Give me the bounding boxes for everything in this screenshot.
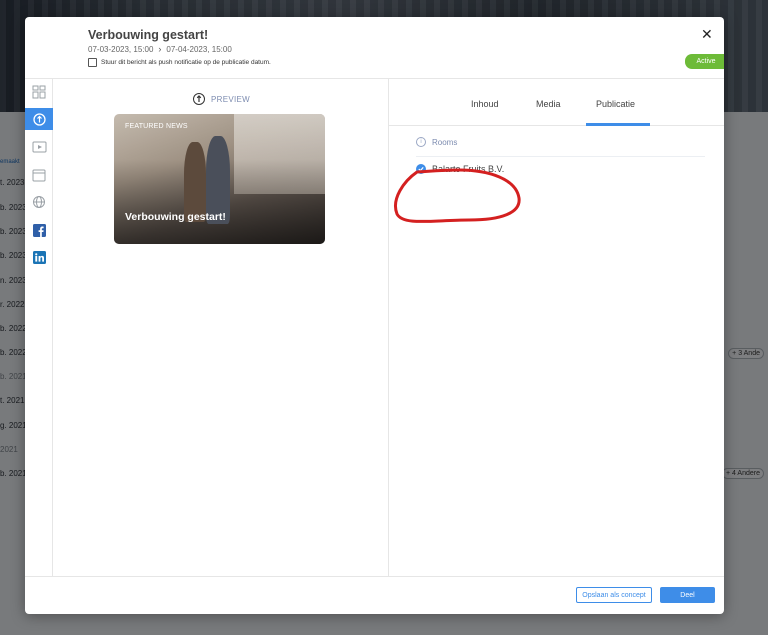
post-title: Verbouwing gestart! <box>88 28 209 42</box>
rooms-label: Rooms <box>432 137 458 147</box>
linkedin-icon[interactable] <box>25 246 53 268</box>
status-badge: Active <box>685 54 724 69</box>
post-modal: Verbouwing gestart! 07-03-2023, 15:00 › … <box>25 17 724 614</box>
card-photo <box>184 142 206 222</box>
preview-icon[interactable] <box>25 108 53 130</box>
calendar-icon[interactable] <box>25 164 53 186</box>
layout-icon[interactable] <box>25 81 53 103</box>
video-icon[interactable] <box>25 136 53 158</box>
rooms-section-header: i Rooms <box>416 137 457 147</box>
news-preview-card: FEATURED NEWS Verbouwing gestart! <box>114 114 325 244</box>
tab-media[interactable]: Media <box>536 99 561 109</box>
active-tab-indicator <box>586 123 650 126</box>
end-date: 07-04-2023, 15:00 <box>166 44 232 54</box>
room-name: Balarto Fruits B.V. <box>432 164 505 174</box>
chevron-right-icon: › <box>158 44 162 54</box>
modal-footer: Opslaan als concept Deel <box>25 576 724 614</box>
preview-panel: PREVIEW FEATURED NEWS Verbouwing gestart… <box>53 79 389 576</box>
modal-header: Verbouwing gestart! 07-03-2023, 15:00 › … <box>25 17 724 79</box>
annotation-circle <box>394 168 521 223</box>
share-button[interactable]: Deel <box>660 587 715 603</box>
tab-publicatie[interactable]: Publicatie <box>596 99 635 109</box>
preview-icon <box>193 93 205 105</box>
globe-icon[interactable] <box>25 191 53 213</box>
push-notification-label: Stuur dit bericht als push notificatie o… <box>101 59 271 66</box>
save-concept-button[interactable]: Opslaan als concept <box>576 587 652 603</box>
tab-inhoud[interactable]: Inhoud <box>471 99 499 109</box>
left-icon-rail <box>25 79 53 576</box>
close-icon[interactable]: ✕ <box>701 26 713 43</box>
card-title: Verbouwing gestart! <box>125 211 226 223</box>
preview-label: PREVIEW <box>211 94 250 104</box>
card-category: FEATURED NEWS <box>125 123 188 130</box>
facebook-icon[interactable] <box>25 219 53 241</box>
settings-panel: Inhoud Media Publicatie i Rooms Balarto … <box>389 79 724 576</box>
info-icon: i <box>416 137 426 147</box>
divider <box>416 156 705 157</box>
check-icon[interactable] <box>416 164 426 174</box>
room-option[interactable]: Balarto Fruits B.V. <box>416 164 504 174</box>
preview-heading: PREVIEW <box>193 93 250 105</box>
push-notification-option[interactable]: Stuur dit bericht als push notificatie o… <box>88 58 271 67</box>
start-date: 07-03-2023, 15:00 <box>88 44 154 54</box>
tab-bar: Inhoud Media Publicatie <box>389 79 724 126</box>
date-range: 07-03-2023, 15:00 › 07-04-2023, 15:00 <box>88 44 232 54</box>
push-notification-checkbox[interactable] <box>88 58 97 67</box>
